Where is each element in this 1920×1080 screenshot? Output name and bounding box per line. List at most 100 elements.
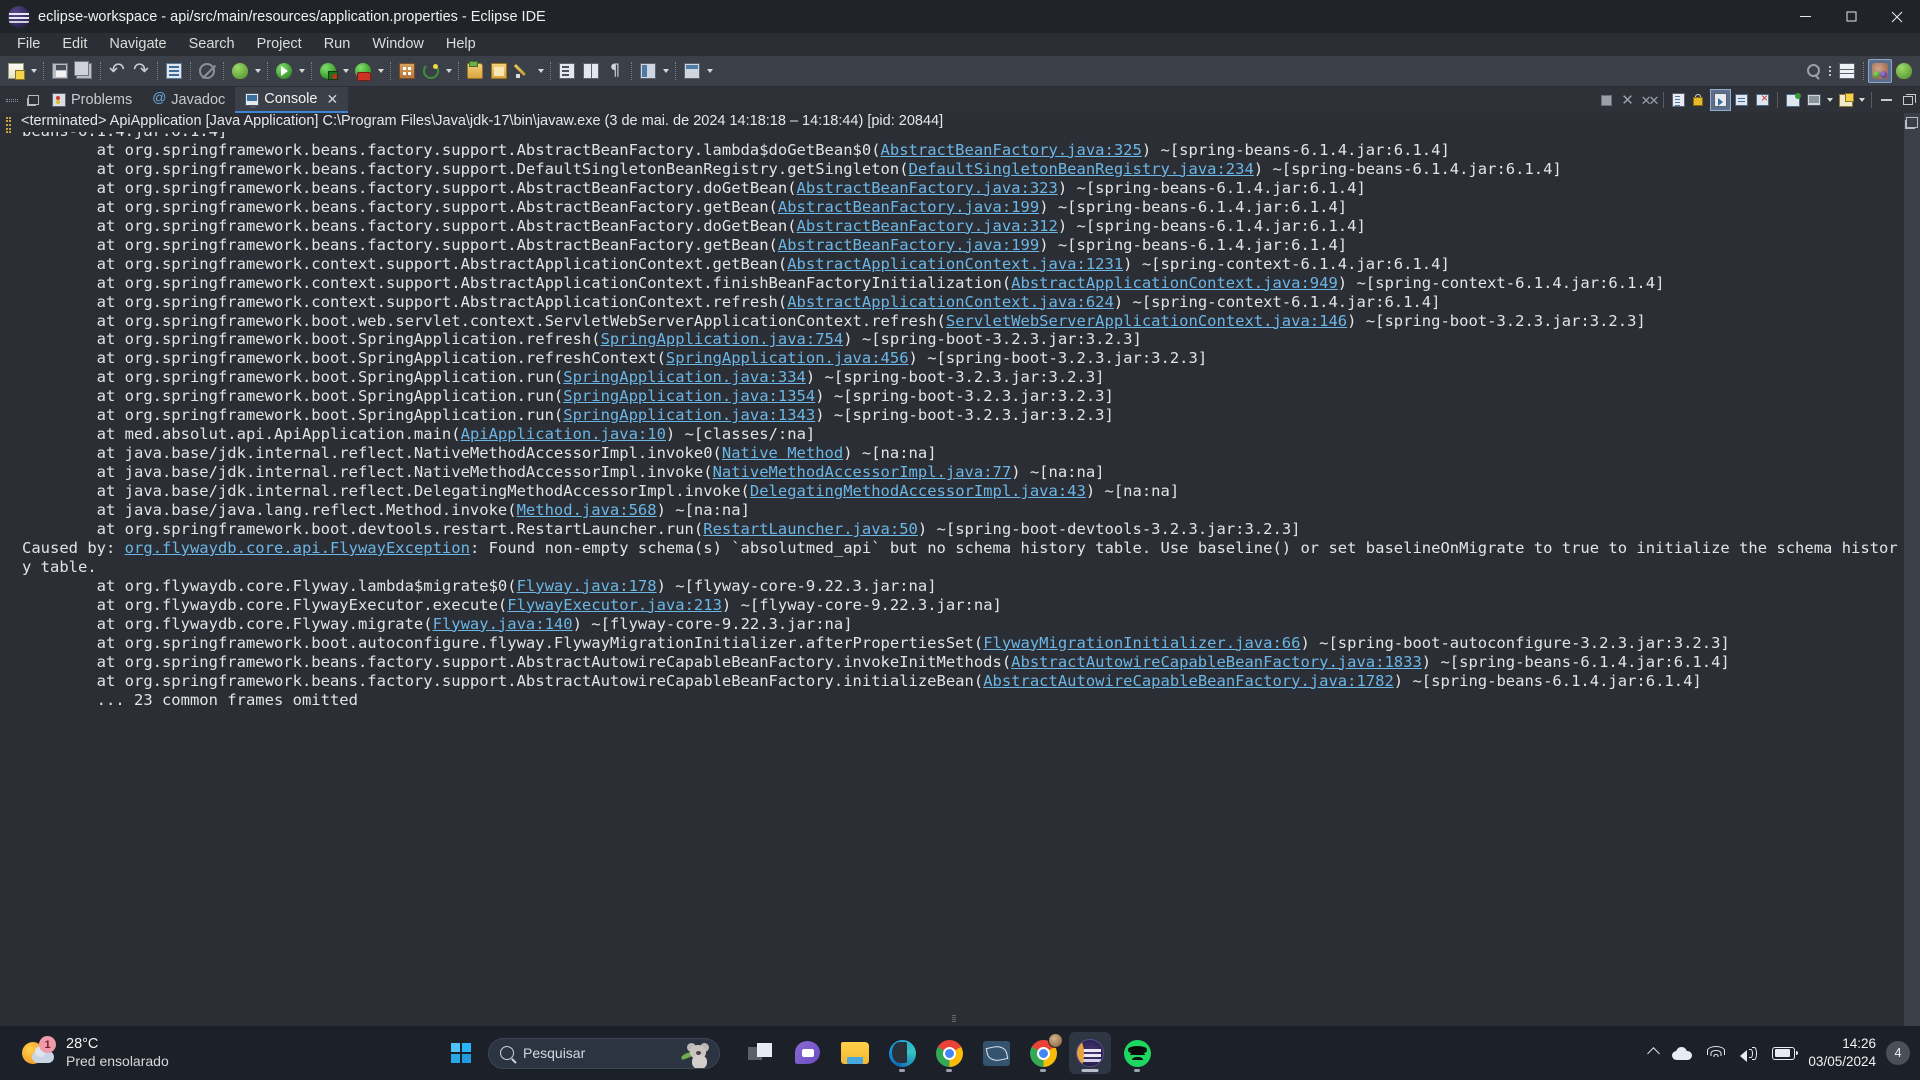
close-console-button[interactable] xyxy=(1752,89,1773,111)
open-resource-button[interactable] xyxy=(463,59,487,83)
stack-trace-link[interactable]: AbstractBeanFactory.java:199 xyxy=(778,198,1039,216)
menu-window[interactable]: Window xyxy=(361,33,435,56)
menu-file[interactable]: File xyxy=(6,33,51,56)
open-console-button[interactable] xyxy=(1835,89,1856,111)
stack-trace-link[interactable]: AbstractBeanFactory.java:312 xyxy=(797,217,1058,235)
quick-access-button[interactable] xyxy=(1801,59,1825,83)
overflow-button[interactable] xyxy=(1825,59,1835,83)
weather-widget[interactable]: 1 28°C Pred ensolarado xyxy=(22,1035,442,1071)
notification-badge[interactable]: 4 xyxy=(1886,1041,1910,1065)
display-selected-console-button[interactable] xyxy=(1803,89,1824,111)
close-icon[interactable]: ✕ xyxy=(326,91,338,108)
remove-launch-button[interactable]: ✕ xyxy=(1617,89,1638,111)
coverage-dropdown[interactable] xyxy=(375,59,386,83)
stack-trace-link[interactable]: Native Method xyxy=(722,444,843,462)
folder-button[interactable] xyxy=(487,59,511,83)
stack-trace-link[interactable]: SpringApplication.java:754 xyxy=(601,330,844,348)
spotify-button[interactable] xyxy=(1116,1032,1158,1074)
redo-button[interactable] xyxy=(129,59,153,83)
annotate-button[interactable] xyxy=(511,59,535,83)
new-project-button[interactable] xyxy=(395,59,419,83)
display-console-dropdown[interactable] xyxy=(1824,88,1835,112)
menu-run[interactable]: Run xyxy=(313,33,362,56)
stack-trace-link[interactable]: AbstractAutowireCapableBeanFactory.java:… xyxy=(1011,653,1422,671)
run-button[interactable] xyxy=(272,59,296,83)
perspective-1-dropdown[interactable] xyxy=(660,59,671,83)
taskbar-search-input[interactable]: Pesquisar xyxy=(488,1037,720,1069)
minimize-button[interactable] xyxy=(1782,0,1828,33)
start-button[interactable] xyxy=(442,1034,480,1072)
debug-button[interactable] xyxy=(228,59,252,83)
perspective-2-dropdown[interactable] xyxy=(704,59,715,83)
save-button[interactable] xyxy=(48,59,72,83)
new-wizard-button[interactable] xyxy=(4,59,28,83)
tab-problems[interactable]: Problems xyxy=(42,87,142,113)
open-console-dropdown[interactable] xyxy=(1856,88,1867,112)
java-perspective-button[interactable] xyxy=(1868,59,1892,83)
stack-trace-link[interactable]: AbstractApplicationContext.java:624 xyxy=(787,293,1114,311)
skip-breakpoints-button[interactable] xyxy=(195,59,219,83)
stack-trace-link[interactable]: SpringApplication.java:1343 xyxy=(563,406,815,424)
refresh-dropdown[interactable] xyxy=(443,59,454,83)
mysql-workbench-button[interactable] xyxy=(975,1032,1017,1074)
stack-trace-link[interactable]: FlywayExecutor.java:213 xyxy=(507,596,722,614)
stack-trace-link[interactable]: SpringApplication.java:334 xyxy=(563,368,806,386)
onedrive-button[interactable] xyxy=(1665,1033,1699,1073)
eclipse-button[interactable] xyxy=(1069,1032,1111,1074)
menu-help[interactable]: Help xyxy=(435,33,487,56)
stack-trace-link[interactable]: AbstractApplicationContext.java:1231 xyxy=(787,255,1123,273)
annotate-dropdown[interactable] xyxy=(535,59,546,83)
word-wrap-button[interactable] xyxy=(1731,89,1752,111)
terminate-button[interactable] xyxy=(1596,89,1617,111)
refresh-button[interactable] xyxy=(419,59,443,83)
file-explorer-button[interactable] xyxy=(834,1032,876,1074)
maximize-button[interactable] xyxy=(1828,0,1874,33)
stack-trace-link[interactable]: DelegatingMethodAccessorImpl.java:43 xyxy=(750,482,1086,500)
edge-button[interactable] xyxy=(881,1032,923,1074)
toggle-block-button[interactable] xyxy=(579,59,603,83)
menu-project[interactable]: Project xyxy=(246,33,313,56)
pin-console-button[interactable] xyxy=(1782,89,1803,111)
restore-icon[interactable] xyxy=(24,87,42,113)
close-button[interactable] xyxy=(1874,0,1920,33)
stack-trace-link[interactable]: AbstractBeanFactory.java:325 xyxy=(881,141,1142,159)
tab-console[interactable]: Console ✕ xyxy=(235,87,349,113)
next-annotation-button[interactable] xyxy=(555,59,579,83)
stack-trace-link[interactable]: ApiApplication.java:10 xyxy=(461,425,666,443)
stack-trace-link[interactable]: Method.java:568 xyxy=(517,501,657,519)
lock-scroll-button[interactable] xyxy=(1689,89,1710,111)
stack-trace-link[interactable]: RestartLauncher.java:50 xyxy=(703,520,918,538)
stack-trace-link[interactable]: org.flywaydb.core.api.FlywayException xyxy=(125,539,470,557)
debug-dropdown[interactable] xyxy=(252,59,263,83)
volume-button[interactable] xyxy=(1732,1033,1765,1073)
run-external-dropdown[interactable] xyxy=(340,59,351,83)
remove-all-terminated-button[interactable]: ✕✕ xyxy=(1638,89,1660,111)
stack-trace-link[interactable]: FlywayMigrationInitializer.java:66 xyxy=(983,634,1300,652)
clock[interactable]: 14:26 03/05/2024 xyxy=(1802,1035,1886,1070)
tray-overflow-button[interactable] xyxy=(1642,1033,1665,1073)
restore-icon[interactable] xyxy=(1906,117,1918,128)
chrome-profile-button[interactable] xyxy=(1022,1032,1064,1074)
menu-edit[interactable]: Edit xyxy=(51,33,98,56)
stack-trace-link[interactable]: Flyway.java:140 xyxy=(433,615,573,633)
stack-trace-link[interactable]: NativeMethodAccessorImpl.java:77 xyxy=(713,463,1012,481)
new-perspective-button[interactable] xyxy=(1835,59,1859,83)
stack-trace-link[interactable]: ServletWebServerApplicationContext.java:… xyxy=(946,312,1347,330)
perspective-2-button[interactable] xyxy=(680,59,704,83)
menu-search[interactable]: Search xyxy=(178,33,246,56)
perspective-1-button[interactable] xyxy=(636,59,660,83)
show-whitespace-button[interactable] xyxy=(603,59,627,83)
save-all-button[interactable] xyxy=(72,59,96,83)
window-title-bar[interactable]: eclipse-workspace - api/src/main/resourc… xyxy=(0,0,1920,33)
maximize-view-button[interactable] xyxy=(1897,89,1918,111)
scroll-lock-toggle[interactable] xyxy=(1710,89,1731,111)
tab-javadoc[interactable]: Javadoc xyxy=(142,87,235,113)
coverage-button[interactable] xyxy=(351,59,375,83)
open-type-button[interactable] xyxy=(162,59,186,83)
undo-button[interactable] xyxy=(105,59,129,83)
chrome-button[interactable] xyxy=(928,1032,970,1074)
stack-trace-link[interactable]: SpringApplication.java:456 xyxy=(666,349,909,367)
stack-trace-link[interactable]: AbstractAutowireCapableBeanFactory.java:… xyxy=(983,672,1394,690)
stack-trace-link[interactable]: Flyway.java:178 xyxy=(517,577,657,595)
stack-trace-link[interactable]: AbstractApplicationContext.java:949 xyxy=(1011,274,1338,292)
